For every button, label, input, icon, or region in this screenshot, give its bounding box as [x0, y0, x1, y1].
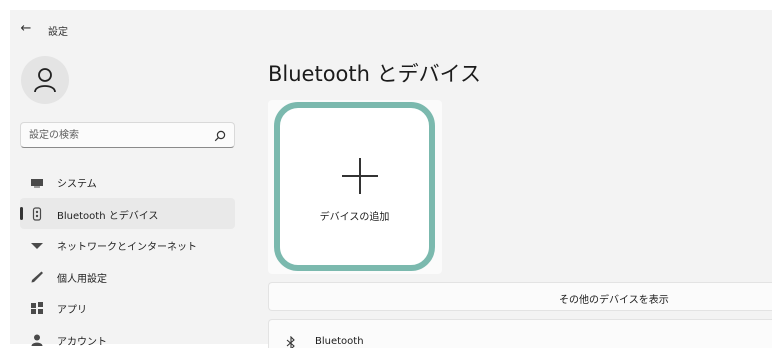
wifi-icon: [31, 243, 43, 249]
add-device-button[interactable]: デバイスの追加: [274, 102, 435, 271]
pen-icon: [31, 271, 43, 282]
show-more-devices-label: その他のデバイスを表示: [559, 295, 669, 306]
show-more-devices-button[interactable]: その他のデバイスを表示: [268, 282, 772, 311]
sidebar-item-system[interactable]: システム: [20, 166, 235, 198]
person-icon: [34, 68, 56, 93]
back-arrow-icon[interactable]: ←: [16, 20, 36, 38]
sidebar-item-label: システム: [57, 179, 97, 190]
sidebar-item-label: ネットワークとインターネット: [57, 242, 197, 253]
plus-icon: [342, 158, 378, 194]
bluetooth-label: Bluetooth: [315, 336, 364, 347]
sidebar-item-label: アプリ: [57, 305, 87, 316]
window-frame-left: [0, 0, 10, 348]
bluetooth-setting-row[interactable]: Bluetooth: [268, 319, 772, 348]
monitor-icon: [31, 179, 43, 188]
search-icon[interactable]: [214, 130, 226, 142]
add-device-label: デバイスの追加: [319, 212, 390, 223]
sidebar-item-label: Bluetooth とデバイス: [57, 210, 159, 222]
account-icon: [31, 334, 43, 346]
sidebar-item-personalization[interactable]: 個人用設定: [20, 261, 235, 293]
settings-search: [20, 122, 235, 148]
sidebar-item-apps[interactable]: アプリ: [20, 292, 235, 324]
avatar[interactable]: [21, 56, 69, 104]
bluetooth-devices-icon: [32, 206, 42, 221]
sidebar-item-label: アカウント: [57, 336, 107, 348]
app-title: 設定: [48, 27, 68, 38]
sidebar-item-bluetooth-devices[interactable]: Bluetooth とデバイス: [20, 197, 235, 229]
sidebar-item-network-internet[interactable]: ネットワークとインターネット: [20, 229, 235, 261]
sidebar-nav: システム Bluetooth とデバイス ネットワークとインターネット 個人用設…: [20, 166, 235, 348]
title-bar: ← 設定: [10, 10, 772, 48]
bluetooth-icon: [286, 336, 295, 348]
apps-icon: [31, 302, 43, 314]
page-title: Bluetooth とデバイス: [268, 62, 481, 86]
sidebar-item-accounts[interactable]: アカウント: [20, 324, 235, 348]
window-frame-top: [0, 0, 772, 10]
active-indicator: [20, 206, 23, 220]
search-input[interactable]: [29, 127, 209, 143]
sidebar-item-label: 個人用設定: [57, 273, 107, 285]
